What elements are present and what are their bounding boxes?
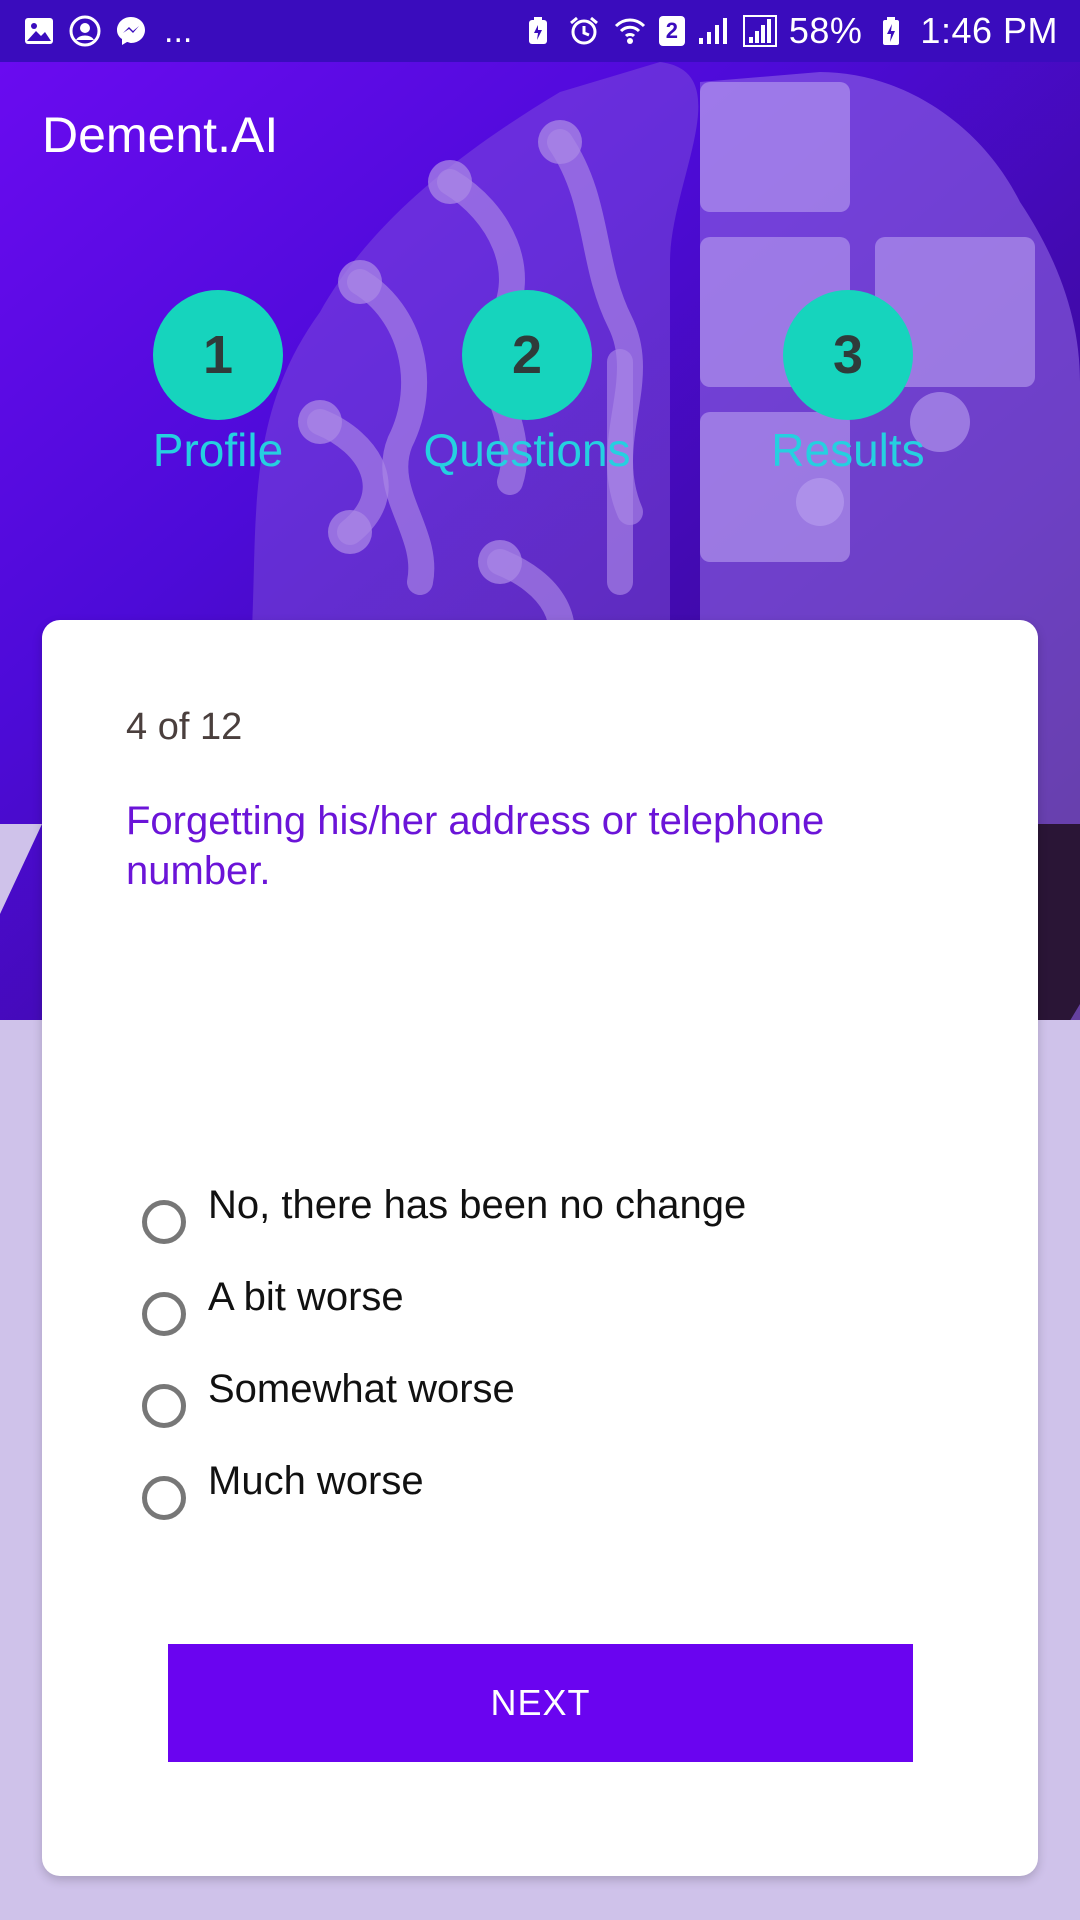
step-label: Results	[771, 424, 925, 476]
more-notifications: ...	[164, 12, 193, 50]
signal-icon	[742, 14, 777, 48]
charging-icon	[874, 14, 908, 48]
next-button[interactable]: NEXT	[168, 1644, 913, 1762]
account-icon	[68, 14, 102, 48]
step-questions: 2 Questions	[397, 290, 657, 478]
status-bar-right: 2 58% 1:46 PM	[521, 10, 1058, 52]
radio-button[interactable]	[142, 1200, 186, 1244]
status-bar: ... 2 58% 1:46 PM	[0, 0, 1080, 62]
radio-button[interactable]	[142, 1292, 186, 1336]
answer-options: No, there has been no change A bit worse…	[142, 1180, 962, 1548]
answer-option[interactable]: No, there has been no change	[142, 1180, 962, 1272]
answer-option[interactable]: Somewhat worse	[142, 1364, 962, 1456]
step-number-circle: 3	[783, 290, 913, 420]
signal-icon	[697, 14, 731, 48]
messenger-icon	[114, 14, 148, 48]
step-label: Questions	[423, 424, 631, 476]
answer-option[interactable]: Much worse	[142, 1456, 962, 1548]
radio-button[interactable]	[142, 1476, 186, 1520]
status-bar-left: ...	[22, 14, 192, 48]
wifi-icon	[613, 14, 647, 48]
battery-saver-icon	[521, 14, 555, 48]
app-title: Dement.AI	[42, 107, 279, 163]
battery-percentage: 58%	[788, 10, 863, 51]
answer-option-label[interactable]: Much worse	[208, 1456, 424, 1506]
sim-icon: 2	[658, 16, 685, 46]
step-profile: 1 Profile	[88, 290, 348, 478]
step-number-circle: 1	[153, 290, 283, 420]
step-label: Profile	[152, 424, 284, 476]
alarm-icon	[567, 14, 601, 48]
answer-option-label[interactable]: A bit worse	[208, 1272, 404, 1322]
answer-option-label[interactable]: Somewhat worse	[208, 1364, 515, 1414]
answer-option-label[interactable]: No, there has been no change	[208, 1180, 746, 1230]
question-text: Forgetting his/her address or telephone …	[126, 799, 825, 893]
answer-option[interactable]: A bit worse	[142, 1272, 962, 1364]
radio-button[interactable]	[142, 1384, 186, 1428]
step-number-circle: 2	[462, 290, 592, 420]
question-progress: 4 of 12	[126, 706, 243, 748]
gallery-icon	[22, 14, 56, 48]
question-card: 4 of 12 Forgetting his/her address or te…	[42, 620, 1038, 1876]
step-results: 3 Results	[718, 290, 978, 478]
clock: 1:46 PM	[920, 10, 1058, 51]
